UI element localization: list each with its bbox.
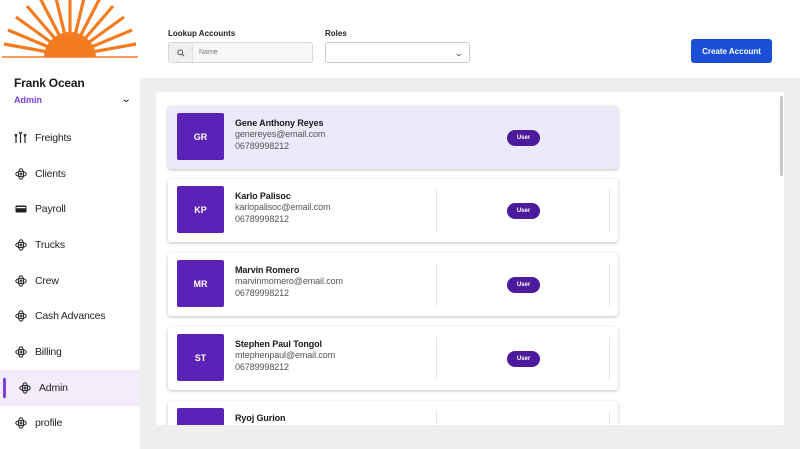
sun-logo (0, 0, 140, 70)
network-icon (14, 167, 27, 180)
sidebar-item-label: Crew (35, 274, 59, 287)
chevron-down-icon[interactable]: ⌄ (120, 94, 131, 105)
sidebar-item-label: Trucks (35, 238, 65, 251)
toolbar: Lookup Accounts Roles ⌄ Create Account (140, 0, 800, 78)
user-name: Frank Ocean (14, 76, 85, 90)
account-info: Gene Anthony Reyes genereyes@email.com 0… (235, 117, 325, 152)
sidebar-item-label: profile (35, 417, 63, 430)
account-phone: 06789998212 (235, 213, 289, 224)
accounts-list: GR Gene Anthony Reyes genereyes@email.co… (156, 92, 784, 425)
avatar (177, 408, 224, 425)
sidebar-item-label: Cash Advances (35, 310, 106, 323)
divider (436, 263, 437, 306)
account-phone: 06789998212 (235, 287, 289, 298)
role-badge: User (507, 277, 540, 293)
network-icon (14, 310, 27, 323)
account-card[interactable]: Ryoj Gurion (168, 401, 618, 425)
scrollbar[interactable] (780, 96, 783, 176)
account-email: mtephenpaul@email.com (235, 350, 336, 360)
network-icon (14, 417, 27, 430)
divider (609, 337, 610, 380)
account-info: Marvin Romero marvinmomero@email.com 067… (235, 264, 343, 299)
sidebar-item-label: Clients (35, 167, 66, 180)
sidebar-item-trucks[interactable]: Trucks (0, 227, 140, 263)
card-icon (14, 203, 27, 216)
account-info: Ryoj Gurion (235, 412, 286, 424)
user-role-dropdown[interactable]: Admin ⌄ (14, 94, 131, 105)
network-icon (14, 345, 27, 358)
avatar: KP (177, 186, 224, 233)
network-icon (14, 274, 27, 287)
sidebar-item-label: Payroll (35, 203, 66, 216)
account-phone: 06789998212 (235, 140, 289, 151)
account-name: Gene Anthony Reyes (235, 118, 324, 128)
avatar: MR (177, 260, 224, 307)
account-email: genereyes@email.com (235, 129, 326, 139)
account-info: Stephen Paul Tongol mtephenpaul@email.co… (235, 338, 335, 373)
divider (609, 189, 610, 232)
freight-icon (14, 131, 27, 144)
roles-select[interactable]: ⌄ (325, 42, 470, 63)
sidebar-item-freights[interactable]: Freights (0, 120, 140, 156)
divider (609, 263, 610, 306)
divider (436, 411, 437, 425)
account-name: Ryoj Gurion (235, 413, 286, 423)
account-info: Karlo Palisoc karlopalisoc@email.com 067… (235, 190, 331, 225)
roles-label: Roles (325, 29, 347, 38)
user-role: Admin (14, 94, 42, 105)
sidebar-item-admin[interactable]: Admin (0, 369, 140, 406)
avatar: ST (177, 334, 224, 381)
sidebar-item-billing[interactable]: Billing (0, 334, 140, 370)
lookup-accounts-label: Lookup Accounts (168, 29, 236, 38)
avatar: GR (177, 113, 224, 160)
search-input[interactable] (193, 49, 308, 56)
divider (436, 337, 437, 380)
sidebar: Frank Ocean Admin ⌄ Freights Clients Pay… (0, 0, 140, 449)
sidebar-item-clients[interactable]: Clients (0, 156, 140, 192)
account-phone: 06789998212 (235, 361, 289, 372)
sidebar-item-label: Freights (35, 131, 72, 144)
account-card[interactable]: GR Gene Anthony Reyes genereyes@email.co… (168, 106, 618, 169)
account-card[interactable]: ST Stephen Paul Tongol mtephenpaul@email… (168, 327, 618, 390)
account-email: karlopalisoc@email.com (235, 202, 331, 212)
network-icon (18, 381, 31, 394)
account-name: Karlo Palisoc (235, 191, 291, 201)
sidebar-item-label: Billing (35, 345, 62, 358)
role-badge: User (507, 130, 540, 146)
sidebar-nav: Freights Clients Payroll Trucks Crew Cas… (0, 120, 140, 441)
sidebar-item-crew[interactable]: Crew (0, 263, 140, 299)
chevron-down-icon: ⌄ (454, 48, 465, 58)
role-badge: User (507, 203, 540, 219)
sidebar-item-cash-advances[interactable]: Cash Advances (0, 298, 140, 334)
account-card[interactable]: KP Karlo Palisoc karlopalisoc@email.com … (168, 179, 618, 242)
account-name: Marvin Romero (235, 265, 300, 275)
divider (436, 189, 437, 232)
sidebar-item-label: Admin (39, 381, 68, 394)
sidebar-item-payroll[interactable]: Payroll (0, 191, 140, 227)
sidebar-item-profile[interactable]: profile (0, 406, 140, 442)
create-account-button[interactable]: Create Account (691, 39, 772, 63)
search-box (168, 42, 313, 63)
account-email: marvinmomero@email.com (235, 276, 343, 286)
divider (609, 411, 610, 425)
role-badge: User (507, 351, 540, 367)
search-icon[interactable] (169, 43, 193, 62)
account-name: Stephen Paul Tongol (235, 339, 322, 349)
network-icon (14, 238, 27, 251)
user-block: Frank Ocean Admin ⌄ (14, 76, 131, 105)
account-card[interactable]: MR Marvin Romero marvinmomero@email.com … (168, 253, 618, 316)
